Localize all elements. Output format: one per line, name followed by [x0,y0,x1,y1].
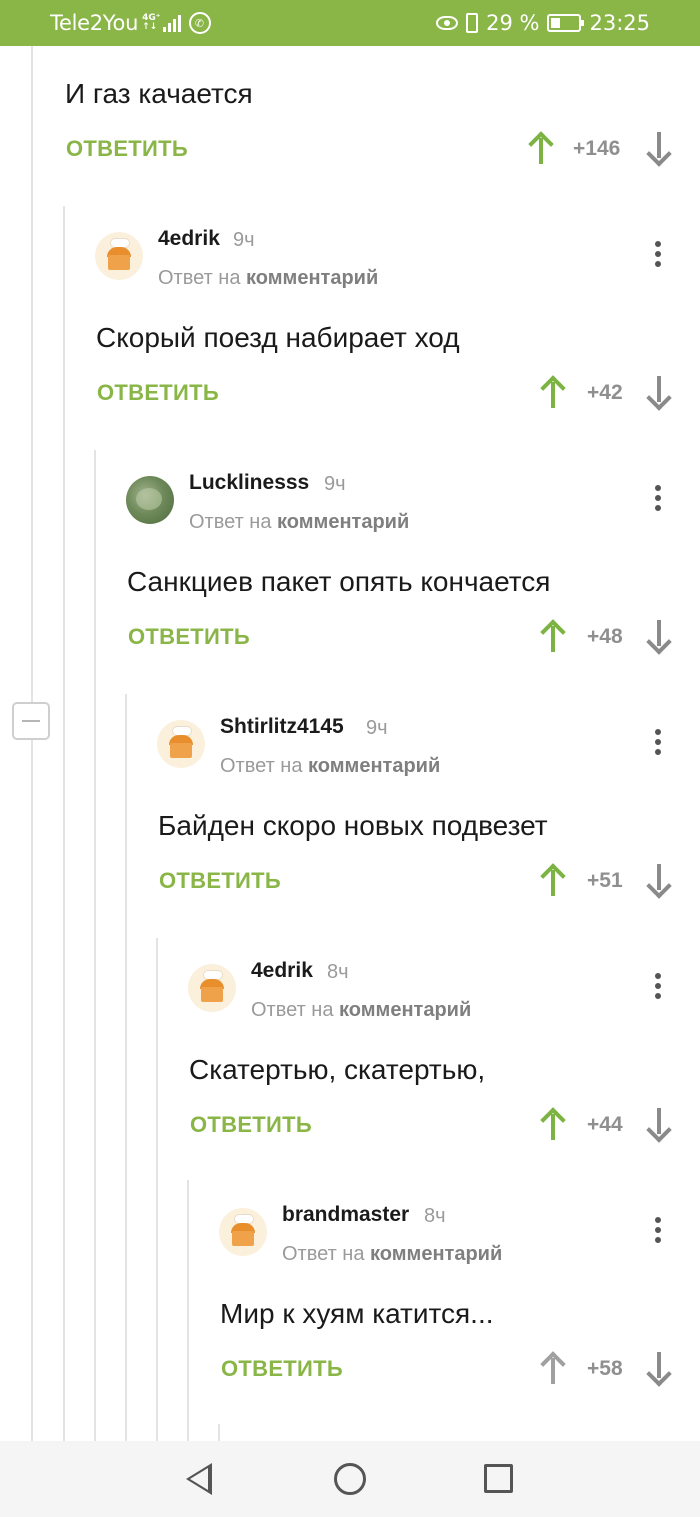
more-vertical-icon[interactable] [648,970,668,1004]
eye-comfort-icon [436,16,459,30]
comment-score: +42 [587,381,623,404]
status-bar: Tele2You 4G⁺ ↑↓ ✆ 29 % 23:25 [0,0,700,46]
home-icon[interactable] [334,1463,366,1495]
collapse-thread-button[interactable] [12,702,50,740]
arrow-down-icon[interactable] [646,132,672,164]
reply-button[interactable]: ОТВЕТИТЬ [221,1356,343,1382]
comment-text: И газ качается [65,78,253,109]
arrow-down-icon[interactable] [646,376,672,408]
reply-to-label: Ответ на комментарий [220,755,440,778]
vibrate-icon [466,13,479,33]
comment-text: Скатертью, скатертью, [189,1054,486,1085]
comment-score: +146 [573,137,621,160]
comment-time: 9ч [324,473,346,495]
avatar[interactable] [95,232,143,280]
comment-author[interactable]: Shtirlitz4145 [220,715,344,739]
status-right: 29 % 23:25 [436,11,650,35]
thread-line [187,1180,189,1441]
reply-to-link[interactable]: комментарий [308,755,440,777]
arrow-down-icon[interactable] [646,1352,672,1384]
arrow-down-icon[interactable] [646,864,672,896]
more-vertical-icon[interactable] [648,726,668,760]
reply-button[interactable]: ОТВЕТИТЬ [190,1112,312,1138]
reply-button[interactable]: ОТВЕТИТЬ [97,380,219,406]
avatar[interactable] [157,720,205,768]
comment-author[interactable]: brandmaster [282,1203,409,1227]
thread-line [94,450,96,1441]
reply-to-prefix: Ответ на [189,511,272,533]
carrier-name: Tele2You [50,11,139,35]
viber-icon: ✆ [188,12,211,34]
comment-score: +58 [587,1357,623,1380]
reply-to-link[interactable]: комментарий [246,267,378,289]
reply-button[interactable]: ОТВЕТИТЬ [159,868,281,894]
avatar[interactable] [219,1208,267,1256]
comment-author[interactable]: 4edrik [251,959,313,983]
arrow-up-icon[interactable] [540,1108,566,1140]
thread-line [218,1424,220,1441]
reply-to-prefix: Ответ на [251,999,334,1021]
thread-line [125,694,127,1441]
recent-apps-icon[interactable] [484,1464,513,1493]
clock: 23:25 [589,11,650,35]
arrow-down-icon[interactable] [646,1108,672,1140]
reply-to-prefix: Ответ на [282,1243,365,1265]
arrow-up-icon[interactable] [540,620,566,652]
reply-button[interactable]: ОТВЕТИТЬ [128,624,250,650]
reply-to-label: Ответ на комментарий [251,999,471,1022]
arrow-down-icon[interactable] [646,620,672,652]
comment-score: +48 [587,625,623,648]
network-type-icon: 4G⁺ ↑↓ [142,14,160,32]
more-vertical-icon[interactable] [648,1214,668,1248]
arrow-up-icon[interactable] [540,864,566,896]
comment-author[interactable]: 4edrik [158,227,220,251]
reply-to-label: Ответ на комментарий [158,267,378,290]
reply-to-label: Ответ на комментарий [282,1243,502,1266]
more-vertical-icon[interactable] [648,238,668,272]
comment-time: 9ч [366,717,388,739]
comment-text: Санкциев пакет опять кончается [127,566,551,597]
thread-line [63,206,65,1441]
reply-to-link[interactable]: комментарий [339,999,471,1021]
thread-line [31,46,33,1441]
avatar[interactable] [188,964,236,1012]
battery-icon [547,14,585,32]
avatar[interactable] [126,476,174,524]
comment-text: Мир к хуям катится... [220,1298,494,1329]
comment-score: +51 [587,869,623,892]
comment-text: Байден скоро новых подвезет [158,810,548,841]
status-left: Tele2You 4G⁺ ↑↓ ✆ [50,11,211,35]
comment-score: +44 [587,1113,623,1136]
comment-time: 8ч [327,961,349,983]
reply-button[interactable]: ОТВЕТИТЬ [66,136,188,162]
system-navigation-bar [0,1441,700,1517]
arrow-up-icon[interactable] [528,132,554,164]
arrow-up-icon[interactable] [540,376,566,408]
arrow-up-icon[interactable] [540,1352,566,1384]
back-icon[interactable] [186,1463,212,1495]
comment-text: Скорый поезд набирает ход [96,322,460,353]
reply-to-prefix: Ответ на [220,755,303,777]
reply-to-label: Ответ на комментарий [189,511,409,534]
reply-to-link[interactable]: комментарий [277,511,409,533]
signal-icon [162,14,181,32]
comment-time: 9ч [233,229,255,251]
comment-author[interactable]: Lucklinesss [189,471,309,495]
reply-to-prefix: Ответ на [158,267,241,289]
comment-time: 8ч [424,1205,446,1227]
network-activity-label: ↑↓ [142,22,158,32]
reply-to-link[interactable]: комментарий [370,1243,502,1265]
battery-percent: 29 % [486,11,540,35]
more-vertical-icon[interactable] [648,482,668,516]
thread-line [156,938,158,1441]
